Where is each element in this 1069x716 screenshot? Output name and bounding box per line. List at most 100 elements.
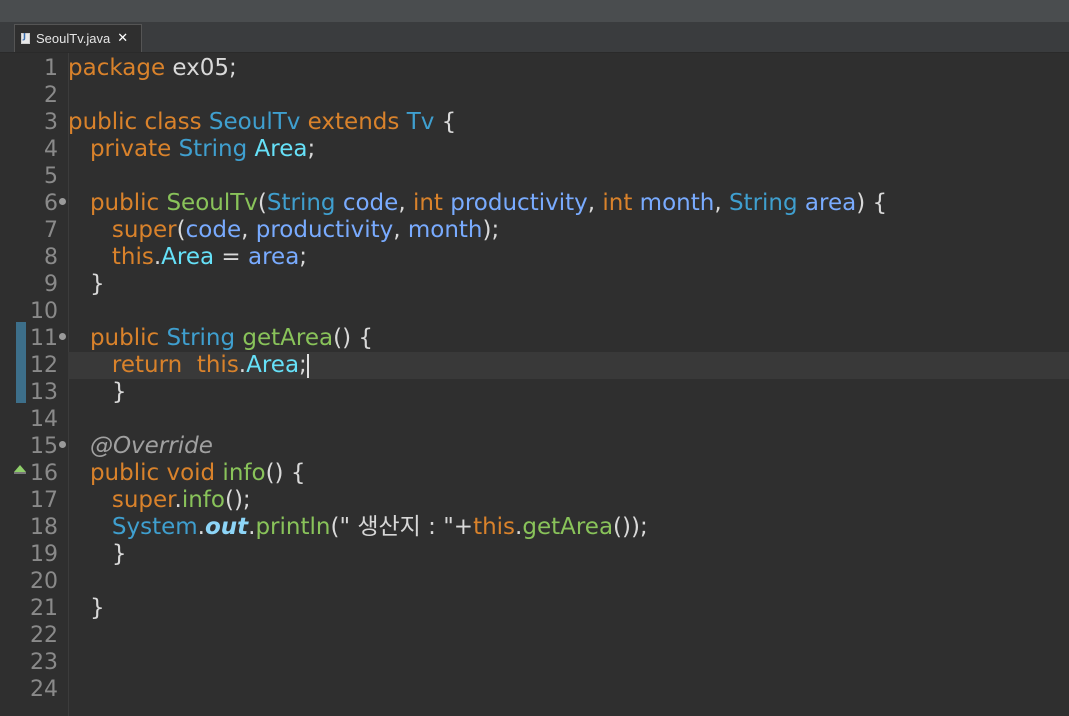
- punct: +: [453, 514, 474, 540]
- line-number: 21: [30, 596, 58, 621]
- code-line-7: super(code, productivity, month);: [68, 217, 1069, 244]
- punct: .: [197, 514, 205, 540]
- parameter: code: [335, 190, 399, 216]
- window-top-bar: [0, 0, 1069, 22]
- package-name: ex05;: [165, 55, 237, 81]
- keyword: extends: [300, 109, 407, 135]
- punct: =: [214, 244, 248, 270]
- code-line-9: }: [68, 271, 1069, 298]
- line-number: 17: [30, 488, 58, 513]
- type: int: [412, 190, 443, 216]
- punct: );: [482, 217, 500, 243]
- field: Area: [247, 136, 308, 162]
- parameter: productivity: [442, 190, 588, 216]
- code-line-19: }: [68, 541, 1069, 568]
- code-line-12-current: return this.Area;: [68, 352, 1069, 379]
- method-name: getArea: [522, 514, 614, 540]
- line-number: 12: [30, 353, 58, 378]
- constructor-name: SeoulTv: [159, 190, 258, 216]
- code-editor[interactable]: 1 2 3 4 5 6 7 8 9 10 11 12 13 14 15 16 1…: [0, 53, 1069, 716]
- close-icon[interactable]: ✕: [117, 31, 128, 46]
- java-file-icon: [21, 32, 30, 44]
- type: String: [171, 136, 248, 162]
- code-text-area[interactable]: package ex05; public class SeoulTv exten…: [68, 53, 1069, 716]
- punct: }: [111, 541, 127, 567]
- fold-toggle-icon[interactable]: [59, 198, 66, 205]
- string-literal: " 생산지 : ": [339, 514, 454, 540]
- tab-label: SeoulTv.java: [36, 31, 111, 46]
- keyword: this: [111, 244, 154, 270]
- keyword: public: [89, 460, 160, 486]
- punct: ) {: [856, 190, 888, 216]
- keyword: this: [196, 352, 239, 378]
- line-number: 4: [44, 137, 58, 162]
- line-number: 16: [30, 461, 58, 486]
- code-line-1: package ex05;: [68, 55, 1069, 82]
- keyword: public: [68, 109, 138, 135]
- line-number-gutter: 1 2 3 4 5 6 7 8 9 10 11 12 13 14 15 16 1…: [0, 53, 69, 716]
- code-line-16: public void info() {: [68, 460, 1069, 487]
- punct: (: [257, 190, 267, 216]
- punct: {: [434, 109, 457, 135]
- line-number: 18: [30, 515, 58, 540]
- punct: (: [176, 217, 186, 243]
- line-number: 15: [30, 434, 58, 459]
- editor-tab-strip: SeoulTv.java ✕: [0, 22, 1069, 53]
- punct: .: [174, 487, 182, 513]
- punct: () {: [333, 325, 373, 351]
- line-number: 1: [44, 56, 58, 81]
- code-line-8: this.Area = area;: [68, 244, 1069, 271]
- punct: ,: [587, 190, 603, 216]
- method-name: getArea: [235, 325, 334, 351]
- static-field: out: [204, 514, 249, 540]
- line-number: 14: [30, 407, 58, 432]
- punct: }: [111, 379, 127, 405]
- variable: area: [248, 244, 300, 270]
- line-number: 8: [44, 245, 58, 270]
- keyword: public: [89, 325, 160, 351]
- code-line-3: public class SeoulTv extends Tv {: [68, 109, 1069, 136]
- line-number: 13: [30, 380, 58, 405]
- line-number: 10: [30, 299, 58, 324]
- line-number: 23: [30, 650, 58, 675]
- punct: ,: [398, 190, 413, 216]
- line-number: 2: [44, 83, 58, 108]
- type: int: [602, 190, 633, 216]
- line-number: 9: [44, 272, 58, 297]
- line-number: 3: [44, 110, 58, 135]
- text-cursor: [306, 353, 309, 378]
- field: Area: [161, 244, 215, 270]
- type: String: [266, 190, 336, 216]
- tab-seoultv-java[interactable]: SeoulTv.java ✕: [14, 24, 142, 52]
- fold-toggle-icon[interactable]: [59, 441, 66, 448]
- punct: }: [89, 595, 105, 621]
- punct: ;: [299, 244, 308, 270]
- override-triangle-icon[interactable]: [14, 465, 26, 474]
- keyword: return: [111, 352, 183, 378]
- keyword: package: [68, 55, 166, 81]
- keyword: public: [89, 190, 160, 216]
- annotation: @Override: [89, 433, 213, 459]
- code-line-6: public SeoulTv(String code, int producti…: [68, 190, 1069, 217]
- punct: () {: [265, 460, 306, 486]
- argument: month: [407, 217, 483, 243]
- code-line-11: public String getArea() {: [68, 325, 1069, 352]
- code-line-17: super.info();: [68, 487, 1069, 514]
- code-line-21: }: [68, 595, 1069, 622]
- fold-toggle-icon[interactable]: [59, 333, 66, 340]
- class-name: SeoulTv: [208, 109, 301, 135]
